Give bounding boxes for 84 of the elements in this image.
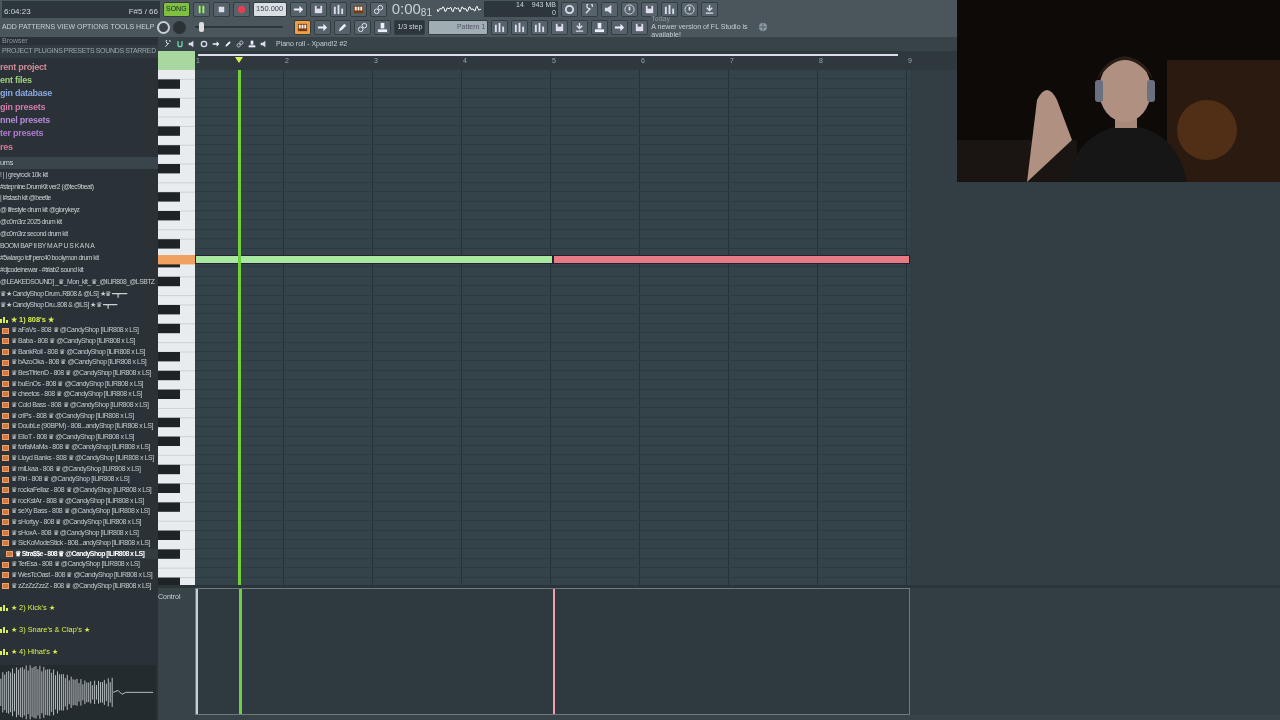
note[interactable]: [552, 255, 910, 264]
bars-icon: [534, 21, 546, 33]
download-icon: [574, 21, 586, 33]
bars-icon: [332, 3, 344, 15]
play-button[interactable]: [192, 1, 210, 17]
floppy-icon: [634, 21, 646, 33]
note[interactable]: [195, 255, 553, 264]
speaker-icon: [188, 40, 196, 48]
globe-icon: [758, 22, 769, 32]
toolbar-button[interactable]: [571, 19, 589, 35]
stamp-icon: [594, 21, 606, 33]
browser-folder[interactable]: nnel presets: [0, 114, 158, 128]
browser-folder[interactable]: gin presets: [0, 100, 158, 115]
browser-folder[interactable]: rent project: [0, 60, 158, 74]
arrow-icon: [212, 40, 220, 48]
key-header: [158, 51, 195, 70]
toolbar-button[interactable]: [631, 19, 649, 35]
toolbar-button[interactable]: [349, 1, 367, 17]
toolbar-button[interactable]: [620, 1, 638, 17]
toolbar-button[interactable]: [289, 1, 307, 17]
toolbar-button[interactable]: [314, 19, 332, 35]
stop-button[interactable]: [212, 1, 230, 17]
control-lane[interactable]: [195, 588, 910, 715]
velocity-bar[interactable]: [552, 589, 555, 714]
song-position: 0:00: [391, 0, 421, 19]
bars-icon: [0, 626, 8, 633]
bars-icon: [514, 21, 526, 33]
browser-folder[interactable]: ter presets: [0, 127, 158, 141]
toolbar-button[interactable]: [531, 19, 549, 35]
browser-folder[interactable]: ent files: [0, 73, 158, 88]
toolbar-button[interactable]: [680, 1, 698, 17]
speaker-icon: [260, 40, 268, 48]
toolbar-button[interactable]: [374, 19, 392, 35]
typing-keyboard-button[interactable]: [294, 19, 312, 35]
bars-icon: [0, 316, 8, 323]
toolbar-button[interactable]: [611, 19, 629, 35]
gear-icon: [563, 3, 575, 15]
download-icon: [703, 3, 715, 15]
link-icon: [372, 3, 384, 15]
bars-icon: [494, 21, 506, 33]
floppy-icon: [643, 3, 655, 15]
floppy-icon: [312, 3, 324, 15]
toolbar-button[interactable]: [309, 1, 327, 17]
gear-icon: [200, 40, 208, 48]
keyboard-icon: [297, 21, 309, 33]
oscilloscope-drawing: [436, 3, 481, 15]
toolbar-button[interactable]: [551, 19, 569, 35]
browser-folder[interactable]: gin database: [0, 87, 158, 101]
keyboard-icon: [352, 3, 364, 15]
pencil-icon: [224, 40, 232, 48]
magnet-icon: [176, 40, 184, 48]
toolbar-button[interactable]: [591, 19, 609, 35]
stamp-icon: [248, 40, 256, 48]
pencil-icon: [337, 21, 349, 33]
arrow-icon: [614, 21, 626, 33]
playhead-marker[interactable]: [235, 57, 243, 63]
time-readout: 6:04:23: [4, 5, 31, 18]
cpu-readout: F#5 / 66: [128, 5, 158, 18]
floppy-icon: [554, 21, 566, 33]
bars-icon: [0, 648, 8, 655]
toolbar-button[interactable]: [369, 1, 387, 17]
link-icon: [236, 40, 244, 48]
slider-thumb[interactable]: [199, 22, 205, 32]
record-icon: [235, 3, 247, 15]
song-position-ticks: 81: [420, 7, 432, 21]
toolbar-button[interactable]: [660, 1, 678, 17]
stamp-icon: [377, 21, 389, 33]
toolbar-button[interactable]: [600, 1, 618, 17]
bars-icon: [663, 3, 675, 15]
browser-folder[interactable]: res: [0, 140, 158, 155]
toolbar-button[interactable]: [329, 1, 347, 17]
toolbar-button[interactable]: [580, 1, 598, 17]
toolbar-button[interactable]: [640, 1, 658, 17]
arrow-icon: [317, 21, 329, 33]
toolbar-button[interactable]: [560, 1, 578, 17]
toolbar-button[interactable]: [354, 19, 372, 35]
toolbar-button[interactable]: [334, 19, 352, 35]
bars-icon: [0, 604, 8, 611]
toolbar-button[interactable]: [700, 1, 718, 17]
link-icon: [357, 21, 369, 33]
toolbar-button[interactable]: [511, 19, 529, 35]
toolbar-button[interactable]: [491, 19, 509, 35]
arrow-icon: [292, 3, 304, 15]
knob[interactable]: [157, 20, 171, 34]
